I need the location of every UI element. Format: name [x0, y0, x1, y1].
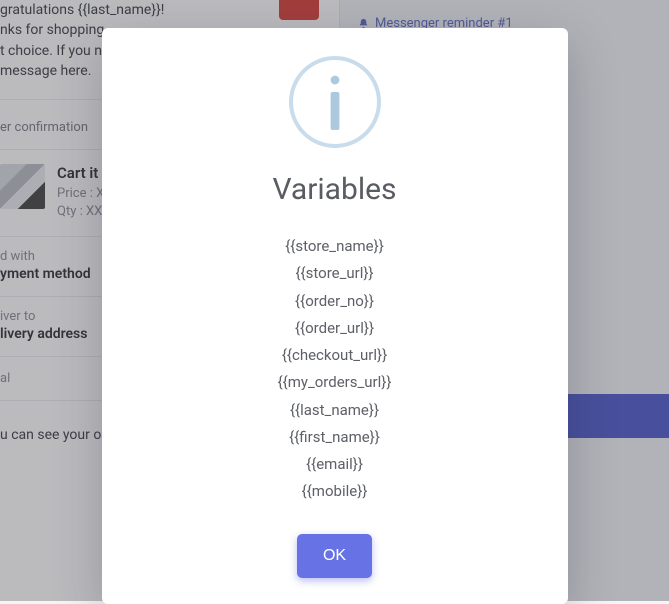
- info-icon: [289, 56, 381, 148]
- variable-item: {{store_url}}: [132, 262, 538, 285]
- variable-item: {{order_url}}: [132, 317, 538, 340]
- modal-title: Variables: [132, 172, 538, 207]
- variable-item: {{store_name}}: [132, 235, 538, 258]
- variable-item: {{first_name}}: [132, 426, 538, 449]
- variable-item: {{order_no}}: [132, 290, 538, 313]
- ok-button[interactable]: OK: [297, 534, 372, 578]
- variables-list: {{store_name}} {{store_url}} {{order_no}…: [132, 235, 538, 504]
- variables-modal: Variables {{store_name}} {{store_url}} {…: [102, 28, 568, 604]
- variable-item: {{last_name}}: [132, 399, 538, 422]
- modal-overlay[interactable]: Variables {{store_name}} {{store_url}} {…: [0, 0, 669, 601]
- variable-item: {{checkout_url}}: [132, 344, 538, 367]
- variable-item: {{email}}: [132, 453, 538, 476]
- variable-item: {{mobile}}: [132, 480, 538, 503]
- variable-item: {{my_orders_url}}: [132, 371, 538, 394]
